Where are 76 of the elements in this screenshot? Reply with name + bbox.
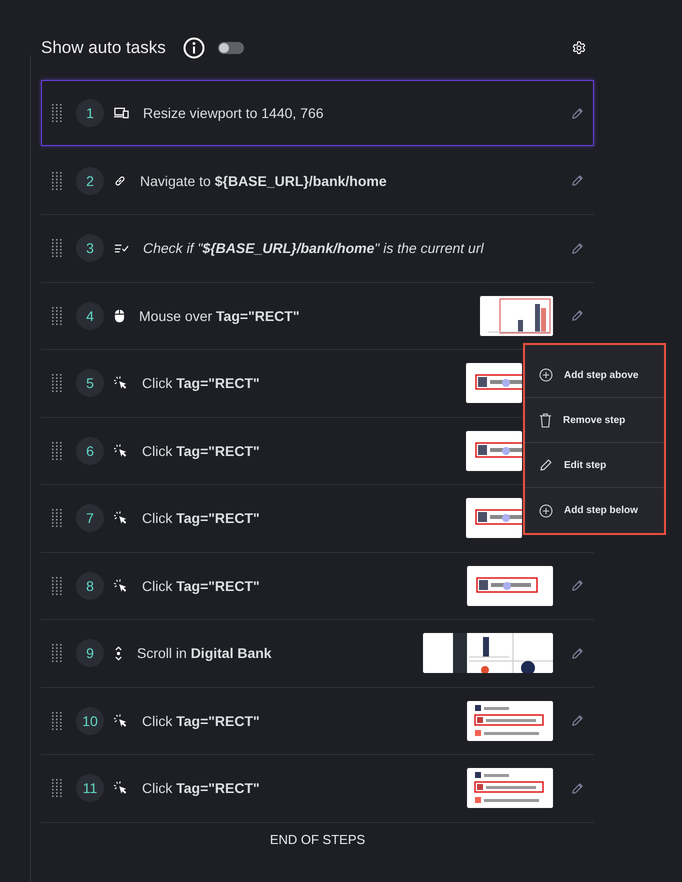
edit-icon[interactable] (571, 174, 584, 188)
link-icon (114, 174, 126, 187)
info-icon[interactable] (182, 37, 205, 59)
scroll-icon (114, 646, 123, 661)
step-row[interactable]: 11 Click Tag="RECT" (41, 755, 594, 822)
screenshot-thumbnail (466, 430, 522, 471)
screenshot-thumbnail (466, 363, 522, 404)
step-description: Click Tag="RECT" (142, 780, 261, 796)
step-description: Mouse over Tag="RECT" (139, 308, 300, 324)
plus-circle-icon (539, 504, 553, 518)
step-number: 6 (76, 436, 104, 465)
edit-icon[interactable] (571, 646, 584, 660)
edit-icon[interactable] (571, 309, 584, 322)
drag-handle-icon[interactable] (52, 306, 62, 325)
step-number: 3 (76, 234, 104, 262)
drag-handle-icon[interactable] (52, 239, 62, 258)
step-number: 9 (76, 639, 104, 668)
step-row[interactable]: 2 Navigate to ${BASE_URL}/bank/home (41, 148, 594, 214)
step-row[interactable]: 10 Click Tag="RECT" (41, 688, 594, 754)
step-row[interactable]: 8 Click Tag="RECT" (41, 552, 594, 619)
cursor-click-icon (114, 578, 128, 593)
step-number: 5 (76, 369, 104, 398)
step-description: Click Tag="RECT" (142, 375, 261, 392)
section-title: Show auto tasks (41, 38, 166, 58)
edit-icon[interactable] (571, 106, 584, 120)
step-number: 8 (76, 572, 104, 600)
pencil-icon (539, 458, 553, 472)
step-description: Click Tag="RECT" (142, 442, 261, 459)
step-number: 2 (76, 166, 104, 195)
step-number: 4 (76, 302, 104, 330)
end-of-steps-label: END OF STEPS (268, 832, 366, 846)
trash-icon (539, 412, 552, 428)
menu-item[interactable]: Edit step (525, 443, 664, 488)
menu-item[interactable]: Remove step (525, 398, 664, 443)
step-number: 1 (76, 99, 104, 127)
plus-circle-icon (539, 368, 553, 382)
edit-icon[interactable] (571, 242, 584, 255)
drag-handle-icon[interactable] (52, 712, 62, 730)
edit-icon[interactable] (571, 714, 584, 728)
step-description: Navigate to ${BASE_URL}/bank/home (140, 172, 388, 189)
settings-icon[interactable] (572, 41, 586, 55)
checklist-icon (114, 243, 129, 254)
step-description: Resize viewport to 1440, 766 (143, 105, 325, 121)
drag-handle-icon[interactable] (52, 644, 62, 662)
drag-handle-icon[interactable] (52, 779, 62, 798)
menu-item[interactable]: Add step above (525, 353, 664, 398)
step-number: 7 (76, 504, 104, 532)
drag-handle-icon[interactable] (52, 104, 62, 122)
menu-item[interactable]: Add step below (525, 488, 664, 533)
cursor-click-icon (114, 376, 128, 390)
drag-handle-icon[interactable] (52, 442, 62, 460)
edit-icon[interactable] (571, 782, 584, 795)
cursor-click-icon (114, 444, 128, 458)
step-description: Click Tag="RECT" (142, 578, 261, 594)
step-description: Scroll in Digital Bank (137, 645, 273, 662)
step-row[interactable]: 1 Resize viewport to 1440, 766 (41, 80, 594, 146)
cursor-click-icon (114, 781, 128, 796)
cursor-click-icon (114, 511, 128, 526)
drag-handle-icon[interactable] (52, 576, 62, 595)
step-row[interactable]: 4 Mouse over Tag="RECT" (41, 282, 594, 349)
drag-handle-icon[interactable] (52, 509, 62, 528)
devices-icon (114, 107, 129, 119)
step-number: 10 (76, 706, 104, 735)
auto-tasks-toggle[interactable] (218, 42, 244, 54)
step-description: Check if "${BASE_URL}/bank/home" is the current url (143, 240, 485, 256)
step-row[interactable]: 3 Check if "${BASE_URL}/bank/home" is the current url (41, 215, 594, 282)
mouse-icon (114, 308, 125, 324)
screenshot-thumbnail (466, 498, 522, 538)
cursor-click-icon (114, 714, 128, 728)
edit-icon[interactable] (571, 579, 584, 592)
drag-handle-icon[interactable] (52, 172, 62, 190)
drag-handle-icon[interactable] (52, 374, 62, 392)
step-description: Click Tag="RECT" (142, 712, 261, 729)
step-row[interactable]: 9 Scroll in Digital Bank (41, 620, 594, 686)
step-number: 11 (76, 774, 104, 802)
step-description: Click Tag="RECT" (142, 510, 261, 526)
